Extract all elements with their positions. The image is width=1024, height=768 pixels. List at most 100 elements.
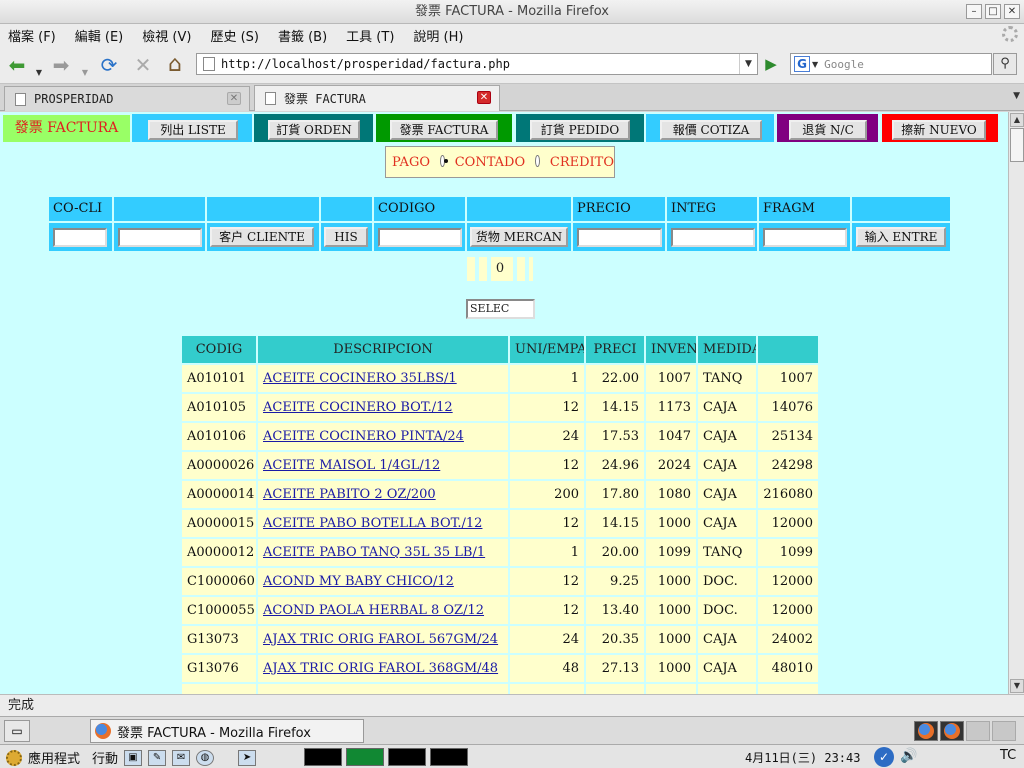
column-header-codig: CODIG <box>182 336 256 363</box>
product-link[interactable]: ACEITE PABO TANQ 35L 35 LB/1 <box>263 545 485 560</box>
table-row: C1000060 ACOND MY BABY CHICO/12 12 9.25 1000… <box>182 568 820 595</box>
close-tab-icon[interactable]: ✕ <box>227 92 241 105</box>
workspace-3[interactable] <box>966 721 990 741</box>
search-placeholder[interactable]: Google <box>824 58 864 71</box>
clock[interactable]: 4月11日(三) 23:43 <box>745 749 860 766</box>
menu-edit[interactable]: 編輯 (E) <box>75 26 124 45</box>
search-icon[interactable]: ⚲ <box>993 53 1017 75</box>
applications-menu[interactable]: 應用程式 <box>28 748 80 767</box>
search-bar[interactable]: G ▼ Google <box>790 53 992 75</box>
nav-cell-cotiza: 報價 COTIZA <box>646 114 774 142</box>
show-desktop-icon[interactable]: ▭ <box>4 720 30 742</box>
contado-radio[interactable] <box>439 155 448 167</box>
product-link[interactable]: ACEITE PABO BOTELLA BOT./12 <box>263 516 482 531</box>
menu-file[interactable]: 檔案 (F) <box>8 26 56 45</box>
pedido-button[interactable]: 訂貨 PEDIDO <box>530 120 630 140</box>
back-button[interactable]: ⬅ <box>4 52 30 78</box>
scroll-down-icon[interactable]: ▼ <box>1010 679 1024 693</box>
nc-button[interactable]: 退貨 N/C <box>789 120 867 140</box>
fragm-input[interactable] <box>763 228 847 247</box>
selec-input[interactable]: SELEC <box>466 299 535 319</box>
cliente-button[interactable]: 客户 CLIENTE <box>210 227 314 247</box>
cell-descripcion: ACEITE PABO BOTELLA BOT./12 <box>258 510 508 537</box>
workspace-1[interactable] <box>914 721 938 741</box>
product-link[interactable]: ACEITE PABITO 2 OZ/200 <box>263 487 436 502</box>
vertical-scrollbar[interactable]: ▲ ▼ <box>1008 112 1024 694</box>
tab-prosperidad[interactable]: PROSPERIDAD ✕ <box>4 86 250 111</box>
cell-medida: CAJA <box>698 626 756 653</box>
header-integ: INTEG <box>667 197 757 221</box>
scroll-thumb[interactable] <box>1010 128 1024 162</box>
google-engine-icon[interactable]: G <box>794 56 810 72</box>
back-history-dropdown[interactable]: ▼ <box>34 60 44 86</box>
menu-history[interactable]: 歷史 (S) <box>210 26 259 45</box>
cell-fragm <box>759 223 850 251</box>
contado-label[interactable]: CONTADO <box>455 155 525 170</box>
product-link[interactable]: ACEITE COCINERO PINTA/24 <box>263 429 464 444</box>
volume-icon[interactable]: 🔊 <box>900 748 917 764</box>
editor-icon[interactable]: ✎ <box>148 749 167 766</box>
menu-help[interactable]: 說明 (H) <box>413 26 463 45</box>
product-link[interactable]: ACOND PAOLA HERBAL 8 OZ/12 <box>263 603 484 618</box>
tab-factura[interactable]: 發票 FACTURA ✕ <box>254 85 500 111</box>
client-name-input[interactable] <box>118 228 202 247</box>
cell-descripcion: AJAX TRIC ORIG FAROL 368GM/48 <box>258 655 508 682</box>
nuevo-button[interactable]: 擦新 NUEVO <box>892 120 986 140</box>
update-notifier-icon[interactable]: ✓ <box>874 747 894 767</box>
mercan-button[interactable]: 货物 MERCAN <box>470 227 568 247</box>
codigo-input[interactable] <box>378 228 462 247</box>
cell-inven: 1000 <box>646 655 696 682</box>
product-link[interactable]: ACEITE COCINERO 35LBS/1 <box>263 371 457 386</box>
mail-icon[interactable]: ✉ <box>172 749 191 766</box>
product-link[interactable]: ACOND MY BABY CHICO/12 <box>263 574 454 589</box>
engine-dropdown-icon[interactable]: ▼ <box>812 60 818 69</box>
factura-button[interactable]: 發票 FACTURA <box>390 120 498 140</box>
forward-history-dropdown[interactable]: ▼ <box>80 60 90 86</box>
close-window-button[interactable]: ✕ <box>1004 4 1020 19</box>
window-titlebar: 發票 FACTURA - Mozilla Firefox – □ ✕ <box>0 0 1024 24</box>
minimize-button[interactable]: – <box>966 4 982 19</box>
credito-label[interactable]: CREDITO <box>550 155 614 170</box>
scroll-up-icon[interactable]: ▲ <box>1010 113 1024 127</box>
product-link[interactable]: AJAX TRIC ORIG FAROL 368GM/48 <box>263 661 498 676</box>
product-link[interactable]: AJAX TRIC ORIG FAROL 567GM/24 <box>263 632 498 647</box>
reload-icon[interactable]: ⟳ <box>96 52 122 78</box>
orden-button[interactable]: 訂貨 ORDEN <box>268 120 360 140</box>
menu-bookmarks[interactable]: 書籤 (B) <box>278 26 327 45</box>
window-title: 發票 FACTURA - Mozilla Firefox <box>415 4 609 19</box>
menu-view[interactable]: 檢視 (V) <box>142 26 191 45</box>
cell-codig: A0000012 <box>182 539 256 566</box>
browser-icon[interactable]: ◍ <box>196 749 215 766</box>
product-link[interactable]: ACEITE MAISOL 1/4GL/12 <box>263 458 440 473</box>
terminal-icon[interactable]: ▣ <box>124 749 143 766</box>
url-text[interactable]: http://localhost/prosperidad/factura.php <box>221 57 739 71</box>
integ-input[interactable] <box>671 228 755 247</box>
tab-list-dropdown-icon[interactable]: ▼ <box>1013 91 1020 101</box>
actions-menu[interactable]: 行動 <box>92 748 118 767</box>
input-method-indicator[interactable]: TC <box>1000 748 1016 763</box>
co-cli-input[interactable] <box>53 228 107 247</box>
cell-co-cli <box>49 223 112 251</box>
workspace-4[interactable] <box>992 721 1016 741</box>
product-link[interactable]: ACEITE COCINERO BOT./12 <box>263 400 453 415</box>
credito-radio[interactable] <box>535 155 540 167</box>
maximize-button[interactable]: □ <box>985 4 1001 19</box>
go-button[interactable]: ▶ <box>760 53 782 75</box>
url-bar[interactable]: http://localhost/prosperidad/factura.php… <box>196 53 758 75</box>
forward-button[interactable]: ➡ <box>48 52 74 78</box>
close-tab-icon[interactable]: ✕ <box>477 91 491 104</box>
cell-preci: 22.00 <box>586 365 644 392</box>
url-dropdown-icon[interactable]: ▼ <box>739 54 757 74</box>
menu-tools[interactable]: 工具 (T) <box>346 26 394 45</box>
taskbar-window-item[interactable]: 發票 FACTURA - Mozilla Firefox <box>90 719 364 743</box>
precio-input[interactable] <box>577 228 662 247</box>
applications-icon[interactable] <box>6 749 22 766</box>
workspace-2[interactable] <box>940 721 964 741</box>
home-icon[interactable]: ⌂ <box>162 52 188 78</box>
liste-button[interactable]: 列出 LISTE <box>148 120 238 140</box>
his-button[interactable]: HIS <box>324 227 368 247</box>
stop-icon[interactable]: ✕ <box>130 52 156 78</box>
entre-button[interactable]: 输入 ENTRE <box>856 227 946 247</box>
cotiza-button[interactable]: 報價 COTIZA <box>660 120 762 140</box>
launcher-icon[interactable]: ➤ <box>238 749 257 766</box>
